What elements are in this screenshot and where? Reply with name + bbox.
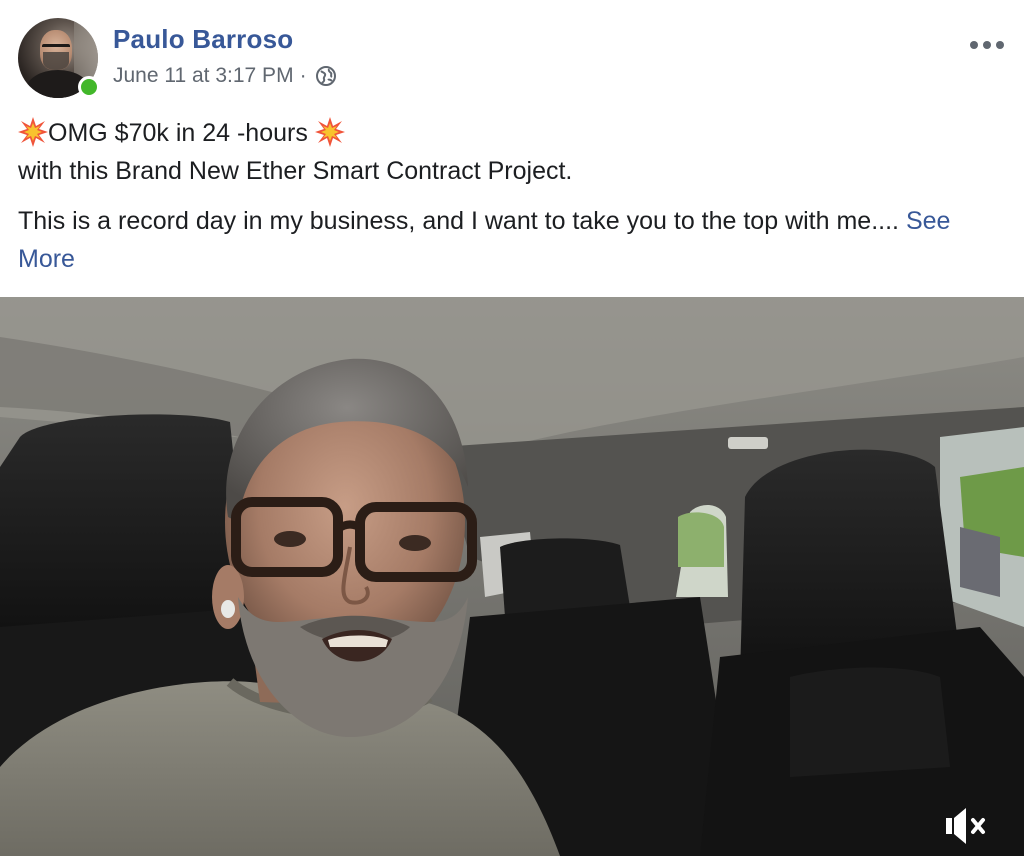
collision-burst-icon xyxy=(18,117,48,147)
collision-burst-icon xyxy=(314,117,345,147)
author-name[interactable]: Paulo Barroso xyxy=(113,24,293,55)
mute-toggle-button[interactable] xyxy=(944,806,990,846)
meta-separator: · xyxy=(299,64,307,87)
post-message: OMG $70k in 24 -hours with this Brand Ne… xyxy=(18,114,1008,278)
more-options-icon[interactable] xyxy=(970,38,1004,52)
post-header: Paulo Barroso June 11 at 3:17 PM · xyxy=(18,18,1024,102)
online-status-indicator xyxy=(78,76,100,98)
video-player[interactable] xyxy=(0,297,1024,856)
post-paragraph-2: This is a record day in my business, and… xyxy=(18,202,1008,278)
post-paragraph-1: OMG $70k in 24 -hours with this Brand Ne… xyxy=(18,114,1008,190)
feed-post: Paulo Barroso June 11 at 3:17 PM · OMG $… xyxy=(0,0,1024,856)
post-paragraph-2-text: This is a record day in my business, and… xyxy=(18,207,899,235)
video-frame xyxy=(0,297,1024,856)
post-timestamp[interactable]: June 11 at 3:17 PM xyxy=(113,64,294,88)
author-avatar[interactable] xyxy=(18,18,100,98)
post-meta: June 11 at 3:17 PM · xyxy=(113,64,337,88)
globe-icon[interactable] xyxy=(315,65,337,87)
post-line-2: with this Brand New Ether Smart Contract… xyxy=(18,157,573,185)
post-headline: OMG $70k in 24 -hours xyxy=(48,119,308,147)
speaker-muted-icon xyxy=(946,808,985,844)
